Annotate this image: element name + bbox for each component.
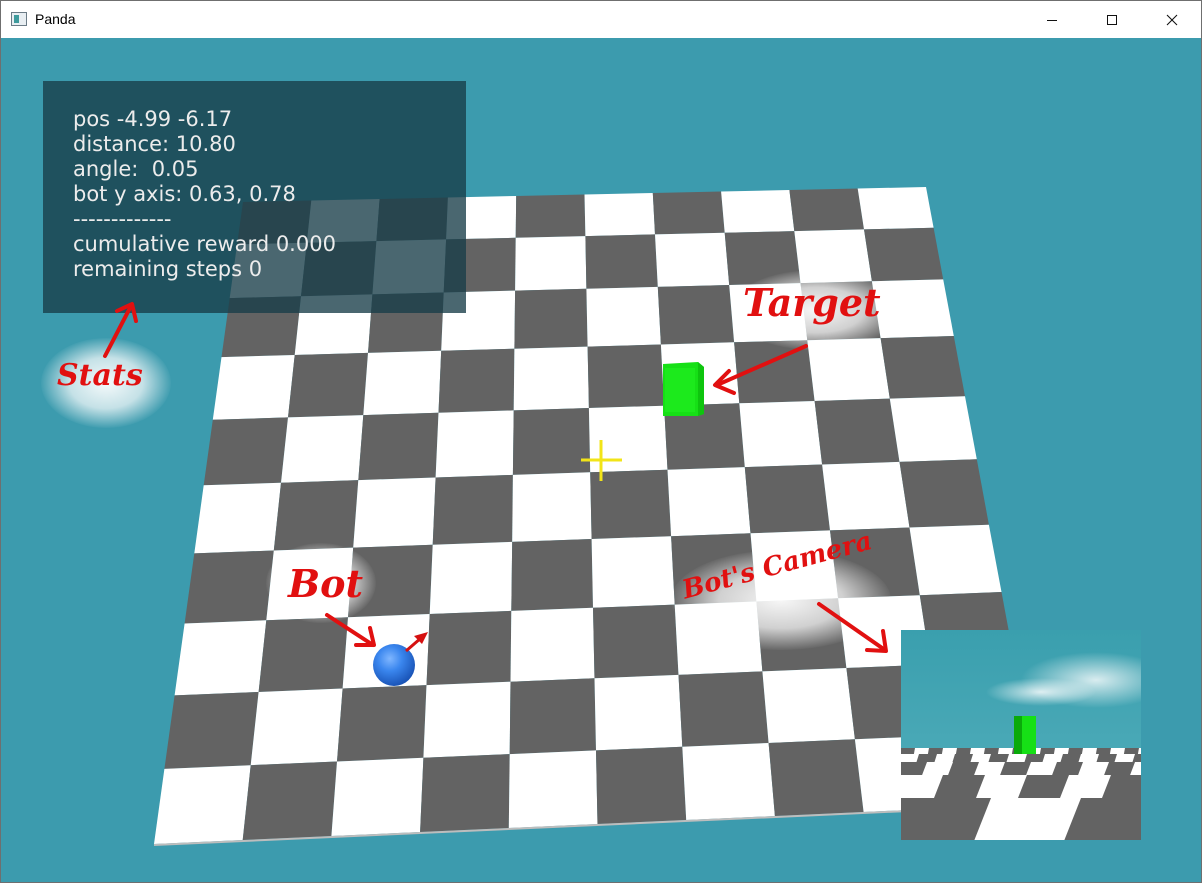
stat-cumulative-reward: cumulative reward 0.000 xyxy=(73,232,336,256)
panda3d-viewport[interactable]: pos -4.99 -6.17 distance: 10.80 angle: 0… xyxy=(1,38,1201,882)
camera-floor xyxy=(901,748,1141,840)
minimize-button[interactable] xyxy=(1023,1,1081,38)
window-title: Panda xyxy=(35,11,76,27)
stats-annotation-label: Stats xyxy=(57,358,143,393)
close-button[interactable] xyxy=(1143,1,1201,38)
bot-annotation-label: Bot xyxy=(288,561,364,606)
stat-remaining-steps: remaining steps 0 xyxy=(73,257,263,281)
stat-separator: ------------- xyxy=(73,207,172,231)
camera-target-cube xyxy=(1014,716,1036,754)
maximize-button[interactable] xyxy=(1083,1,1141,38)
app-window: Panda pos -4.99 -6.17 distance: 10.80 an… xyxy=(0,0,1202,883)
bot-camera-scene xyxy=(901,630,1141,840)
title-bar[interactable]: Panda xyxy=(1,1,1201,38)
target-cube xyxy=(663,362,704,416)
stat-distance: distance: 10.80 xyxy=(73,132,236,156)
minimize-icon xyxy=(1047,19,1057,21)
stat-angle: angle: 0.05 xyxy=(73,157,199,181)
stat-bot-y-axis: bot y axis: 0.63, 0.78 xyxy=(73,182,296,206)
stats-panel: pos -4.99 -6.17 distance: 10.80 angle: 0… xyxy=(43,81,466,313)
maximize-icon xyxy=(1107,14,1117,25)
app-icon xyxy=(11,12,27,26)
close-icon xyxy=(1166,14,1178,25)
target-annotation-label: Target xyxy=(743,280,881,325)
stat-pos: pos -4.99 -6.17 xyxy=(73,107,233,131)
bot-camera-view xyxy=(901,630,1141,840)
